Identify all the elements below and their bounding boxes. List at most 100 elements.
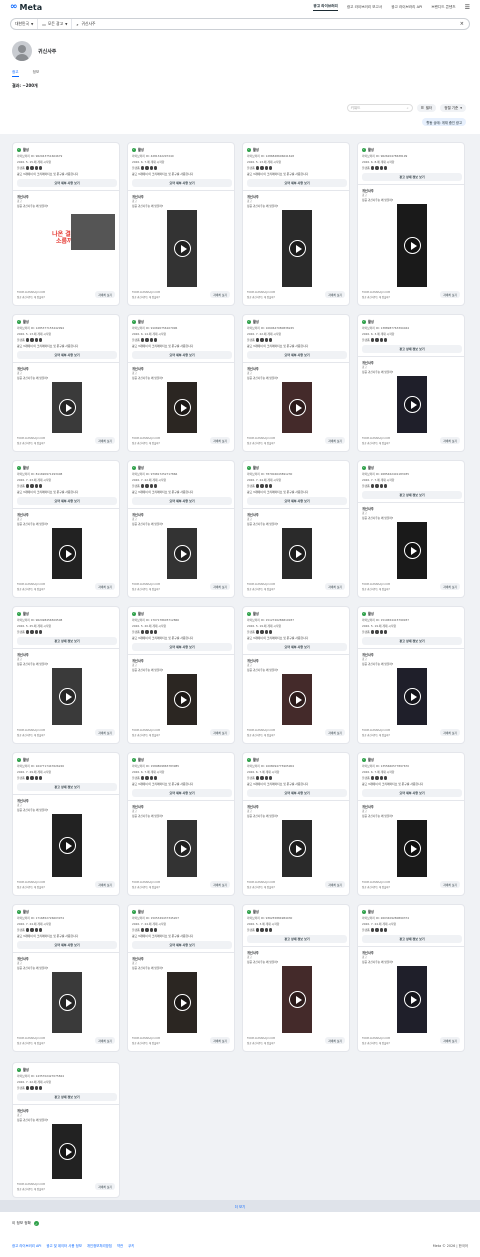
ad-video[interactable]	[397, 522, 427, 579]
play-icon[interactable]	[58, 688, 76, 705]
play-icon[interactable]	[288, 991, 306, 1008]
details-button[interactable]: 자세히 보기	[95, 291, 115, 298]
details-button[interactable]: 자세히 보기	[210, 437, 230, 444]
ad-video[interactable]	[52, 972, 82, 1033]
summary-details-button[interactable]: 요약 세부 사항 보기	[247, 789, 347, 797]
play-icon[interactable]	[58, 994, 76, 1011]
details-button[interactable]: 자세히 보기	[440, 729, 460, 736]
summary-details-button[interactable]: 요약 세부 사항 보기	[132, 351, 232, 359]
summary-details-button[interactable]: 요약 세부 사항 보기	[132, 179, 232, 187]
details-button[interactable]: 자세히 보기	[210, 881, 230, 888]
ad-video[interactable]	[282, 966, 312, 1033]
summary-details-button[interactable]: 요약 세부 사항 보기	[247, 179, 347, 187]
play-icon[interactable]	[173, 994, 191, 1011]
nav-ad-library-report[interactable]: 광고 라이브러리 보고서	[347, 5, 382, 10]
details-button[interactable]: 자세히 보기	[325, 583, 345, 590]
details-button[interactable]: 자세히 보기	[95, 1183, 115, 1190]
ad-details-button[interactable]: 광고 상세 정보 보기	[362, 637, 462, 645]
details-button[interactable]: 자세히 보기	[95, 881, 115, 888]
details-button[interactable]: 자세히 보기	[95, 583, 115, 590]
ad-details-button[interactable]: 광고 상세 정보 보기	[17, 637, 117, 645]
ad-details-button[interactable]: 광고 상세 정보 보기	[362, 173, 462, 181]
nav-ad-library[interactable]: 광고 라이브러리	[313, 4, 338, 11]
filter-button[interactable]: ☰ 필터	[416, 104, 437, 112]
ad-video[interactable]	[52, 382, 82, 433]
footer-link[interactable]: 쿠키	[128, 1243, 134, 1248]
keyword-search-input[interactable]: 키워드 ⌕	[346, 104, 413, 112]
summary-details-button[interactable]: 요약 세부 사항 보기	[132, 789, 232, 797]
play-icon[interactable]	[403, 237, 421, 254]
summary-details-button[interactable]: 요약 세부 사항 보기	[247, 497, 347, 505]
summary-details-button[interactable]: 요약 세부 사항 보기	[132, 497, 232, 505]
details-button[interactable]: 자세히 보기	[325, 291, 345, 298]
details-button[interactable]: 자세히 보기	[440, 583, 460, 590]
details-button[interactable]: 자세히 보기	[95, 729, 115, 736]
summary-details-button[interactable]: 요약 세부 사항 보기	[362, 789, 462, 797]
details-button[interactable]: 자세히 보기	[210, 583, 230, 590]
play-icon[interactable]	[173, 240, 191, 257]
ad-video[interactable]	[397, 966, 427, 1033]
summary-details-button[interactable]: 요약 세부 사항 보기	[17, 179, 117, 187]
ad-video[interactable]	[52, 814, 82, 877]
play-icon[interactable]	[58, 837, 76, 854]
search-input[interactable]: ⌕ 귀신사주	[72, 21, 454, 27]
ad-video[interactable]	[167, 972, 197, 1033]
ad-video[interactable]	[52, 528, 82, 579]
summary-details-button[interactable]: 요약 세부 사항 보기	[17, 941, 117, 949]
ad-video[interactable]	[167, 820, 197, 877]
meta-logo[interactable]: ∞ Meta	[10, 2, 42, 12]
ad-details-button[interactable]: 광고 상세 정보 보기	[247, 935, 347, 943]
play-icon[interactable]	[58, 399, 76, 416]
summary-details-button[interactable]: 요약 세부 사항 보기	[247, 351, 347, 359]
play-icon[interactable]	[288, 545, 306, 562]
ad-video[interactable]	[282, 820, 312, 877]
tab-about[interactable]: 정보	[33, 70, 40, 77]
footer-link[interactable]: 광고 라이브러리 API	[12, 1243, 41, 1248]
ad-video[interactable]	[397, 204, 427, 287]
play-icon[interactable]	[288, 240, 306, 257]
details-button[interactable]: 자세히 보기	[440, 1037, 460, 1044]
summary-details-button[interactable]: 요약 세부 사항 보기	[132, 941, 232, 949]
play-icon[interactable]	[403, 396, 421, 413]
play-icon[interactable]	[173, 545, 191, 562]
ad-video[interactable]	[397, 668, 427, 725]
footer-feedback[interactable]: 이 정보 정확 ✓	[12, 1221, 39, 1226]
ad-video[interactable]	[167, 674, 197, 725]
details-button[interactable]: 자세히 보기	[210, 291, 230, 298]
active-filter-chip[interactable]: 활동 상태: 게재 중인 광고	[422, 118, 466, 126]
details-button[interactable]: 자세히 보기	[325, 437, 345, 444]
details-button[interactable]: 자세히 보기	[210, 1037, 230, 1044]
footer-link[interactable]: 약관	[117, 1243, 123, 1248]
ad-video[interactable]	[282, 528, 312, 579]
footer-link[interactable]: 개인정보처리방침	[87, 1243, 112, 1248]
details-button[interactable]: 자세히 보기	[440, 437, 460, 444]
ad-video[interactable]	[52, 668, 82, 725]
country-select[interactable]: 대한민국 ▼	[11, 19, 39, 29]
hamburger-menu-icon[interactable]: ☰	[465, 4, 470, 11]
details-button[interactable]: 자세히 보기	[440, 291, 460, 298]
ad-video[interactable]	[282, 382, 312, 433]
see-more-button[interactable]: 더 보기	[0, 1200, 480, 1212]
play-icon[interactable]	[58, 545, 76, 562]
play-icon[interactable]	[403, 542, 421, 559]
ad-video[interactable]	[167, 382, 197, 433]
details-button[interactable]: 자세히 보기	[325, 729, 345, 736]
details-button[interactable]: 자세히 보기	[325, 1037, 345, 1044]
summary-details-button[interactable]: 요약 세부 사항 보기	[17, 351, 117, 359]
sort-button[interactable]: 정렬 기준 ▾	[440, 104, 466, 112]
ad-details-button[interactable]: 광고 상세 정보 보기	[17, 783, 117, 791]
play-icon[interactable]	[173, 691, 191, 708]
ad-category-select[interactable]: ▭ 모든 광고 ▼	[38, 19, 73, 29]
ad-details-button[interactable]: 광고 상세 정보 보기	[362, 491, 462, 499]
ad-video[interactable]	[167, 210, 197, 287]
ad-video[interactable]	[282, 210, 312, 287]
details-button[interactable]: 자세히 보기	[325, 881, 345, 888]
clear-icon[interactable]: ×	[455, 21, 469, 27]
play-icon[interactable]	[288, 840, 306, 857]
ad-image[interactable]: 나온 결과가 소름끼침	[13, 210, 119, 287]
ad-details-button[interactable]: 광고 상세 정보 보기	[362, 935, 462, 943]
ad-video[interactable]	[52, 1124, 82, 1179]
play-icon[interactable]	[173, 399, 191, 416]
play-icon[interactable]	[403, 688, 421, 705]
summary-details-button[interactable]: 요약 세부 사항 보기	[132, 643, 232, 651]
